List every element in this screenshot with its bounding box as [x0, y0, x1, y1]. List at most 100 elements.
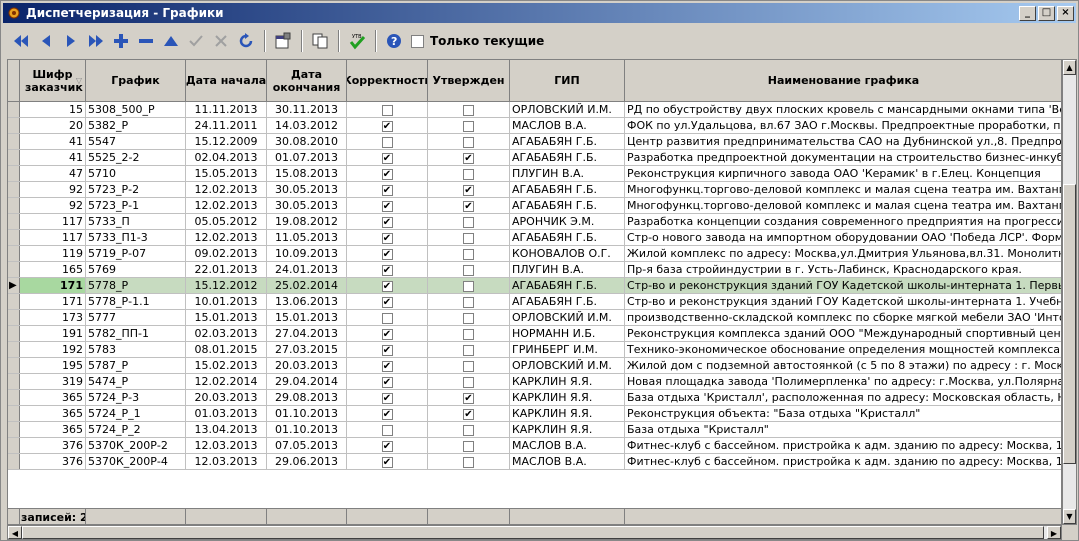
table-row[interactable]: 192 5783 08.01.2015 27.03.2015 ✔ ГРИНБЕРГ И.М… — [8, 342, 1061, 358]
scroll-up-arrow[interactable]: ▲ — [1063, 60, 1076, 75]
approved-checkbox[interactable] — [463, 425, 474, 436]
cell-start-date[interactable]: 12.03.2013 — [186, 438, 267, 453]
vertical-scrollbar[interactable]: ▲ ▼ — [1062, 59, 1077, 525]
cell-name[interactable]: Пр-я база стройиндустрии в г. Усть-Лабин… — [625, 262, 1061, 277]
cell-end-date[interactable]: 30.05.2013 — [267, 182, 347, 197]
close-button[interactable]: × — [1057, 5, 1074, 21]
cell-start-date[interactable]: 15.05.2013 — [186, 166, 267, 181]
scroll-down-arrow[interactable]: ▼ — [1063, 509, 1076, 524]
table-row[interactable]: 365 5724_Р_2 13.04.2013 01.10.2013 КАРКЛИН Я… — [8, 422, 1061, 438]
table-row[interactable]: 173 5777 15.01.2013 15.01.2013 ОРЛОВСКИЙ И.М… — [8, 310, 1061, 326]
horizontal-scrollbar[interactable]: ◀ ▶ — [7, 525, 1062, 540]
correct-checkbox[interactable]: ✔ — [381, 409, 393, 420]
cell-end-date[interactable]: 19.08.2012 — [267, 214, 347, 229]
cell-gip[interactable]: КАРКЛИН Я.Я. — [510, 422, 625, 437]
cell-name[interactable]: Реконструкция комплекса зданий ООО "Межд… — [625, 326, 1061, 341]
scroll-right-arrow[interactable]: ▶ — [1047, 526, 1061, 539]
approved-checkbox[interactable] — [463, 169, 474, 180]
cell-end-date[interactable]: 20.03.2013 — [267, 358, 347, 373]
help-button[interactable]: ? — [382, 29, 406, 53]
cell-gip[interactable]: АГАБАБЯН Г.Б. — [510, 294, 625, 309]
correct-checkbox[interactable]: ✔ — [381, 233, 393, 244]
cell-name[interactable]: Разработка концепции создания современно… — [625, 214, 1061, 229]
approved-checkbox[interactable]: ✔ — [463, 393, 474, 404]
table-row[interactable]: 365 5724_Р_1 01.03.2013 01.10.2013 ✔ ✔ КАРКЛИН… — [8, 406, 1061, 422]
cell-graph[interactable]: 5382_Р — [86, 118, 186, 133]
cell-graph[interactable]: 5308_500_Р — [86, 102, 186, 117]
cell-end-date[interactable]: 13.06.2013 — [267, 294, 347, 309]
cell-gip[interactable]: АРОНЧИК Э.М. — [510, 214, 625, 229]
table-row[interactable]: 119 5719_Р-07 09.02.2013 10.09.2013 ✔ КОНОВАЛ… — [8, 246, 1061, 262]
cell-graph[interactable]: 5778_Р-1.1 — [86, 294, 186, 309]
col-header-graph[interactable]: График — [86, 60, 186, 102]
correct-checkbox[interactable]: ✔ — [381, 121, 393, 132]
approved-checkbox[interactable]: ✔ — [463, 185, 474, 196]
cell-graph[interactable]: 5724_Р_1 — [86, 406, 186, 421]
cell-code[interactable]: 20 — [20, 118, 86, 133]
cell-name[interactable]: Стр-о нового завода на импортном оборудо… — [625, 230, 1061, 245]
cell-end-date[interactable]: 01.10.2013 — [267, 422, 347, 437]
cell-name[interactable]: База отдыха "Кристалл" — [625, 422, 1061, 437]
cell-end-date[interactable]: 11.05.2013 — [267, 230, 347, 245]
approved-checkbox[interactable]: ✔ — [463, 153, 474, 164]
correct-checkbox[interactable]: ✔ — [381, 345, 393, 356]
cell-code[interactable]: 47 — [20, 166, 86, 181]
cell-code[interactable]: 41 — [20, 150, 86, 165]
cell-gip[interactable]: КАРКЛИН Я.Я. — [510, 390, 625, 405]
correct-checkbox[interactable]: ✔ — [381, 457, 393, 468]
cell-code[interactable]: 191 — [20, 326, 86, 341]
correct-checkbox[interactable]: ✔ — [381, 185, 393, 196]
cell-gip[interactable]: ПЛУГИН В.А. — [510, 262, 625, 277]
cell-name[interactable]: производственно-складской комплекс по сб… — [625, 310, 1061, 325]
cell-name[interactable]: Фитнес-клуб с бассейном. пристройка к ад… — [625, 454, 1061, 469]
approved-checkbox[interactable] — [463, 377, 474, 388]
table-row[interactable]: ▶ 171 5778_Р 15.12.2012 25.02.2014 ✔ АГАБАБЯН … — [8, 278, 1061, 294]
cell-end-date[interactable]: 10.09.2013 — [267, 246, 347, 261]
cell-start-date[interactable]: 08.01.2015 — [186, 342, 267, 357]
cell-gip[interactable]: АГАБАБЯН Г.Б. — [510, 230, 625, 245]
table-row[interactable]: 195 5787_Р 15.02.2013 20.03.2013 ✔ ОРЛОВСКИЙ … — [8, 358, 1061, 374]
approved-checkbox[interactable] — [463, 105, 474, 116]
cell-start-date[interactable]: 13.04.2013 — [186, 422, 267, 437]
cell-start-date[interactable]: 11.11.2013 — [186, 102, 267, 117]
cell-graph[interactable]: 5724_Р_2 — [86, 422, 186, 437]
cell-graph[interactable]: 5778_Р — [86, 278, 186, 293]
cell-start-date[interactable]: 09.02.2013 — [186, 246, 267, 261]
cell-graph[interactable]: 5724_Р-3 — [86, 390, 186, 405]
cell-end-date[interactable]: 29.08.2013 — [267, 390, 347, 405]
col-header-correct[interactable]: Корректность — [347, 60, 428, 102]
cell-start-date[interactable]: 12.02.2013 — [186, 230, 267, 245]
cell-end-date[interactable]: 07.05.2013 — [267, 438, 347, 453]
approved-checkbox[interactable] — [463, 361, 474, 372]
properties-button[interactable] — [271, 29, 295, 53]
cell-start-date[interactable]: 05.05.2012 — [186, 214, 267, 229]
approved-checkbox[interactable] — [463, 329, 474, 340]
prev-record-button[interactable] — [34, 29, 58, 53]
cell-start-date[interactable]: 15.02.2013 — [186, 358, 267, 373]
cell-start-date[interactable]: 12.03.2013 — [186, 454, 267, 469]
correct-checkbox[interactable] — [381, 425, 393, 436]
cell-graph[interactable]: 5777 — [86, 310, 186, 325]
cell-graph[interactable]: 5719_Р-07 — [86, 246, 186, 261]
cell-end-date[interactable]: 27.03.2015 — [267, 342, 347, 357]
delete-record-button[interactable] — [134, 29, 158, 53]
cell-gip[interactable]: ПЛУГИН В.А. — [510, 166, 625, 181]
cell-gip[interactable]: КАРКЛИН Я.Я. — [510, 374, 625, 389]
table-row[interactable]: 117 5733_П1-3 12.02.2013 11.05.2013 ✔ АГАБАБЯ… — [8, 230, 1061, 246]
cell-name[interactable]: Стр-во и реконструкция зданий ГОУ Кадетс… — [625, 278, 1061, 293]
first-record-button[interactable] — [9, 29, 33, 53]
cell-code[interactable]: 117 — [20, 214, 86, 229]
cell-name[interactable]: Жилой дом с подземной автостоянкой (с 5 … — [625, 358, 1061, 373]
cell-name[interactable]: Фитнес-клуб с бассейном. пристройка к ад… — [625, 438, 1061, 453]
table-row[interactable]: 92 5723_Р-2 12.02.2013 30.05.2013 ✔ ✔ АГАБАБЯН… — [8, 182, 1061, 198]
cell-code[interactable]: 365 — [20, 422, 86, 437]
cell-code[interactable]: 117 — [20, 230, 86, 245]
table-row[interactable]: 191 5782_ПП-1 02.03.2013 27.04.2013 ✔ НОРМАНН… — [8, 326, 1061, 342]
approved-checkbox[interactable] — [463, 441, 474, 452]
cell-graph[interactable]: 5769 — [86, 262, 186, 277]
correct-checkbox[interactable]: ✔ — [381, 361, 393, 372]
cell-gip[interactable]: МАСЛОВ В.А. — [510, 438, 625, 453]
cell-name[interactable]: ФОК по ул.Удальцова, вл.67 ЗАО г.Москвы.… — [625, 118, 1061, 133]
cell-gip[interactable]: АГАБАБЯН Г.Б. — [510, 278, 625, 293]
graphs-grid[interactable]: Шифр заказчик ▽ График Дата начала Дата о… — [7, 59, 1062, 525]
